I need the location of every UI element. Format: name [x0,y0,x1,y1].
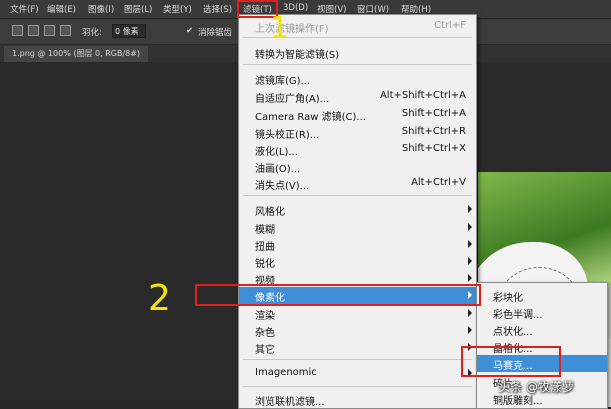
pixelate-pointillize[interactable]: 点状化... [477,321,607,338]
antialias-label: 消除锯齿 [198,28,233,38]
submenu-arrow-icon [468,205,472,213]
filter-last: 上次滤镜操作(F) Ctrl+F [255,20,466,35]
filter-lens-correction[interactable]: 镜头校正(R)... Shift+Ctrl+R [239,124,476,141]
menu-type[interactable]: 类型(Y) [163,3,192,15]
menu-divider [243,386,472,387]
submenu-arrow-icon [468,240,472,248]
filter-noise[interactable]: 杂色 [239,322,476,339]
filter-camera-raw[interactable]: Camera Raw 滤镜(C)... Shift+Ctrl+A [239,106,476,123]
annotation-box-pixelate [195,284,481,306]
add-selection-icon[interactable] [28,25,39,36]
filter-adaptive-wide-angle[interactable]: 自适应广角(A)... Alt+Shift+Ctrl+A [239,88,476,105]
filter-render[interactable]: 渲染 [239,305,476,322]
document-tab[interactable]: 1.png @ 100% (图层 0, RGB/8#) [4,46,149,62]
filter-blur[interactable]: 模糊 [239,219,476,236]
menu-select[interactable]: 选择(S) [203,3,232,15]
annotation-box-filter [237,0,278,18]
subtract-selection-icon[interactable] [44,25,55,36]
filter-sharpen[interactable]: 锐化 [239,253,476,270]
feather-label: 羽化: [82,28,102,38]
filter-oil-paint[interactable]: 油画(O)... [239,158,476,175]
submenu-arrow-icon [468,326,472,334]
annotation-box-mosaic [461,346,561,377]
pixelate-color-halftone[interactable]: 彩色半调... [477,304,607,321]
intersect-selection-icon[interactable] [60,25,71,36]
menu-divider [243,359,472,360]
checkbox-icon[interactable]: ✔ [186,26,193,36]
submenu-arrow-icon [468,274,472,282]
menu-divider [243,37,472,38]
filter-vanishing-point[interactable]: 消失点(V)... Alt+Ctrl+V [239,175,476,192]
filter-liquify[interactable]: 液化(L)... Shift+Ctrl+X [239,141,476,158]
filter-gallery[interactable]: 滤镜库(G)... [239,70,476,87]
filter-convert-smart[interactable]: 转换为智能滤镜(S) [239,44,476,61]
menu-image[interactable]: 图像(I) [88,3,114,15]
submenu-arrow-icon [468,257,472,265]
menu-edit[interactable]: 编辑(E) [47,3,76,15]
watermark: 头条 @牧漾萝 [498,380,574,394]
pixelate-color-halftone-block[interactable]: 彩块化 [477,287,607,304]
filter-imagenomic[interactable]: Imagenomic [239,365,476,382]
filter-menu: 上次滤镜操作(F) Ctrl+F 转换为智能滤镜(S) 滤镜库(G)... 自适应… [238,14,477,409]
feather-input[interactable] [112,24,146,38]
menu-layer[interactable]: 图层(L) [124,3,152,15]
filter-distort[interactable]: 扭曲 [239,236,476,253]
menu-file[interactable]: 文件(F) [10,3,39,15]
menu-divider [243,195,472,196]
filter-browse-online[interactable]: 浏览联机滤镜... [239,391,476,408]
new-selection-icon[interactable] [12,25,23,36]
submenu-arrow-icon [468,309,472,317]
filter-other[interactable]: 其它 [239,339,476,356]
menu-3d[interactable]: 3D(D) [283,3,308,13]
menu-divider [243,64,472,65]
submenu-arrow-icon [468,223,472,231]
filter-stylize[interactable]: 风格化 [239,201,476,218]
